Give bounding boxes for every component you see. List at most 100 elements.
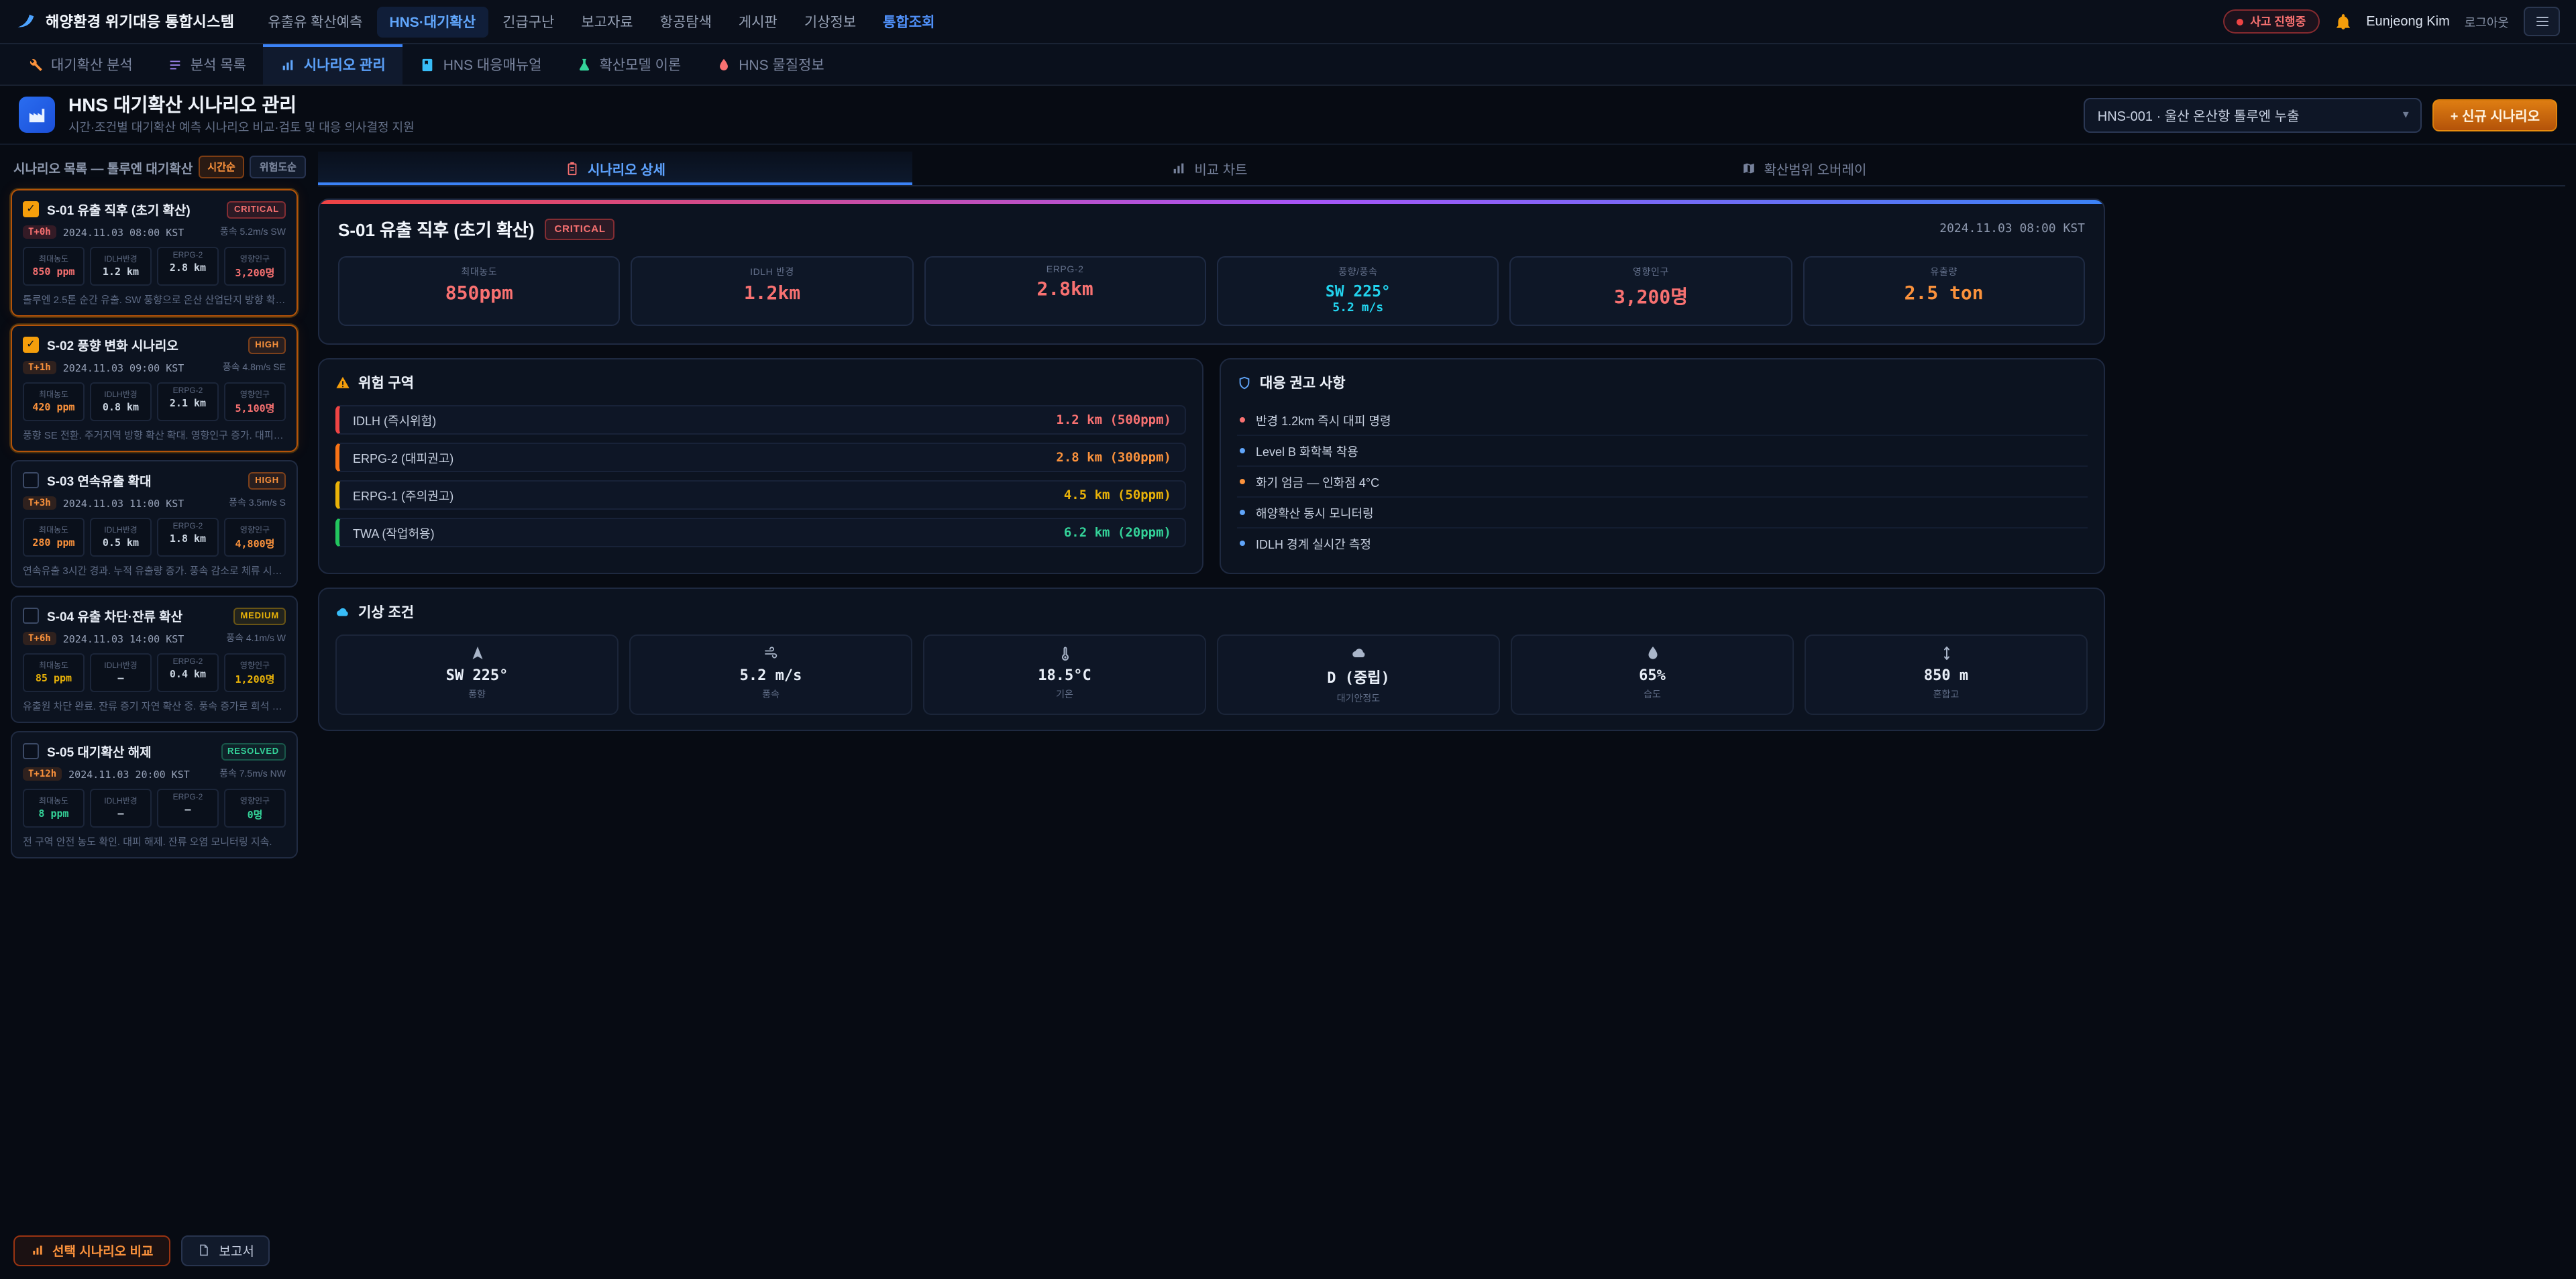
tab-scenario-detail[interactable]: 시나리오 상세 bbox=[318, 152, 912, 185]
chevron-down-icon bbox=[2403, 107, 2409, 122]
scenario-list: S-01 유출 직후 (초기 확산) CRITICAL T+0h 2024.11… bbox=[11, 189, 298, 858]
page-header-actions: HNS-001 · 울산 온산항 톨루엔 누출 + 신규 시나리오 bbox=[2084, 97, 2557, 132]
sort-by-time-button[interactable]: 시간순 bbox=[198, 156, 244, 178]
stat-box: 최대농도 280 ppm bbox=[23, 518, 85, 557]
nav-item[interactable]: HNS·대기확산 bbox=[377, 6, 488, 37]
incident-select[interactable]: HNS-001 · 울산 온산항 톨루엔 누출 bbox=[2084, 97, 2422, 132]
nav-item[interactable]: 긴급구난 bbox=[490, 6, 566, 37]
detail-stat-box: IDLH 반경 1.2km bbox=[631, 256, 914, 326]
recommendation-item: 화기 엄금 — 인화점 4°C bbox=[1237, 467, 2088, 498]
risk-zone-row: TWA (작업허용) 6.2 km (20ppm) bbox=[335, 518, 1186, 547]
compare-scenarios-button[interactable]: 선택 시나리오 비교 bbox=[13, 1235, 170, 1266]
stat-value: — bbox=[93, 672, 149, 684]
stat-value: — bbox=[160, 803, 216, 816]
scenario-title: S-05 대기확산 해제 bbox=[47, 742, 213, 761]
tab-scenario-management[interactable]: 시나리오 관리 bbox=[264, 44, 403, 85]
stat-label: 최대농도 bbox=[25, 794, 82, 806]
stat-box: ERPG-2 2.8 km bbox=[157, 247, 219, 286]
nav-item[interactable]: 유출유 확산예측 bbox=[256, 6, 374, 37]
risk-zone-value: 4.5 km (50ppm) bbox=[1064, 488, 1171, 502]
scenario-card[interactable]: S-02 풍향 변화 시나리오 HIGH T+1h 2024.11.03 09:… bbox=[11, 325, 298, 452]
weather-value: D (중립) bbox=[1327, 667, 1389, 688]
nav-item[interactable]: 기상정보 bbox=[792, 6, 868, 37]
detail-stat-value: SW 225° bbox=[1229, 282, 1487, 300]
stat-value: 1.2 km bbox=[93, 266, 149, 278]
logout-button[interactable]: 로그아웃 bbox=[2465, 13, 2509, 30]
detail-stat-label: 최대농도 bbox=[350, 266, 608, 279]
detail-stat-label: 유출량 bbox=[1815, 266, 2073, 279]
hamburger-menu-button[interactable] bbox=[2524, 7, 2560, 36]
temperature-icon bbox=[1057, 645, 1073, 661]
detail-datetime: 2024.11.03 08:00 KST bbox=[1939, 222, 2085, 235]
detail-stat-value: 3,200명 bbox=[1522, 283, 1780, 310]
tab-diffusion-analysis[interactable]: 대기확산 분석 bbox=[11, 44, 150, 85]
incident-select-value: HNS-001 · 울산 온산항 톨루엔 누출 bbox=[2098, 105, 2300, 125]
scenario-stats: 최대농도 420 ppm IDLH반경 0.8 km ERP bbox=[23, 382, 286, 421]
tab-compare-chart[interactable]: 비교 차트 bbox=[912, 152, 1507, 185]
stat-box: 최대농도 420 ppm bbox=[23, 382, 85, 421]
tab-hns-manual[interactable]: HNS 대응매뉴얼 bbox=[403, 44, 559, 85]
scenario-description: 톨루엔 2.5톤 순간 유출. SW 풍향으로 온산 산업단지 방향 확산. I… bbox=[23, 292, 286, 307]
tab-hns-substance-info[interactable]: HNS 물질정보 bbox=[698, 44, 841, 85]
scenario-detail-panel: S-01 유출 직후 (초기 확산) CRITICAL 2024.11.03 0… bbox=[318, 199, 2105, 345]
weather-value: SW 225° bbox=[446, 667, 508, 684]
nav-item[interactable]: 통합조회 bbox=[871, 6, 947, 37]
stat-label: 최대농도 bbox=[25, 252, 82, 264]
severity-badge: HIGH bbox=[248, 336, 286, 353]
stat-box: IDLH반경 0.5 km bbox=[90, 518, 152, 557]
scenario-card[interactable]: S-01 유출 직후 (초기 확산) CRITICAL T+0h 2024.11… bbox=[11, 189, 298, 317]
scenario-checkbox[interactable] bbox=[23, 743, 39, 759]
scenario-checkbox[interactable] bbox=[23, 201, 39, 217]
stat-label: 최대농도 bbox=[25, 388, 82, 400]
factory-icon bbox=[19, 97, 55, 133]
stat-label: IDLH반경 bbox=[93, 523, 149, 535]
nav-item[interactable]: 게시판 bbox=[727, 6, 790, 37]
scenario-checkbox[interactable] bbox=[23, 337, 39, 353]
risk-zone-label: IDLH (즉시위험) bbox=[353, 411, 436, 429]
scenario-card-top: S-02 풍향 변화 시나리오 HIGH bbox=[23, 335, 286, 354]
weather-label: 습도 bbox=[1644, 688, 1661, 702]
nav-item[interactable]: 항공탐색 bbox=[648, 6, 724, 37]
stat-label: ERPG-2 bbox=[160, 523, 216, 531]
stat-label: 영향인구 bbox=[227, 794, 283, 806]
scenario-datetime: 2024.11.03 09:00 KST bbox=[63, 362, 184, 374]
report-button[interactable]: 보고서 bbox=[181, 1235, 270, 1266]
scenario-meta: T+1h 2024.11.03 09:00 KST 풍속 4.8m/s SE bbox=[23, 361, 286, 374]
new-scenario-button[interactable]: + 신규 시나리오 bbox=[2433, 99, 2557, 131]
brand[interactable]: 해양환경 위기대응 통합시스템 bbox=[16, 11, 234, 32]
scenario-checkbox[interactable] bbox=[23, 608, 39, 624]
detail-severity-badge: CRITICAL bbox=[545, 218, 615, 239]
incident-status-label: 사고 진행중 bbox=[2250, 13, 2306, 30]
stat-value: 0.5 km bbox=[93, 537, 149, 549]
tab-model-theory[interactable]: 확산모델 이론 bbox=[559, 44, 698, 85]
tab-analysis-list[interactable]: 분석 목록 bbox=[150, 44, 264, 85]
content: 시나리오 목록 — 톨루엔 대기확산 시간순 위험도순 S-01 유출 직후 (… bbox=[0, 145, 2576, 867]
scenario-card[interactable]: S-03 연속유출 확대 HIGH T+3h 2024.11.03 11:00 … bbox=[11, 460, 298, 588]
weather-label: 기온 bbox=[1056, 688, 1073, 702]
tab-label: 비교 차트 bbox=[1194, 158, 1247, 178]
scenario-card[interactable]: S-04 유출 차단·잔류 확산 MEDIUM T+6h 2024.11.03 … bbox=[11, 596, 298, 723]
main-tabs: 시나리오 상세 비교 차트 확산범위 오버레이 bbox=[318, 152, 2565, 186]
scenario-description: 전 구역 안전 농도 확인. 대피 해제. 잔류 오염 모니터링 지속. bbox=[23, 834, 286, 849]
detail-stats: 최대농도 850ppm IDLH 반경 1.2km bbox=[338, 256, 2085, 326]
sort-by-risk-button[interactable]: 위험도순 bbox=[250, 156, 306, 178]
stat-value: 5,100명 bbox=[227, 401, 283, 416]
severity-badge: HIGH bbox=[248, 471, 286, 489]
detail-stat-value: 1.2km bbox=[643, 283, 902, 304]
scenario-checkbox[interactable] bbox=[23, 472, 39, 488]
tab-label: HNS 물질정보 bbox=[739, 54, 824, 74]
stat-label: ERPG-2 bbox=[160, 794, 216, 802]
detail-stat-box: 풍향/풍속 SW 225° 5.2 m/s bbox=[1217, 256, 1499, 326]
nav-item[interactable]: 보고자료 bbox=[569, 6, 645, 37]
wing-logo-icon bbox=[16, 11, 36, 32]
bell-icon[interactable] bbox=[2334, 13, 2351, 30]
tab-diffusion-overlay[interactable]: 확산범위 오버레이 bbox=[1507, 152, 2101, 185]
scenario-card[interactable]: S-05 대기확산 해제 RESOLVED T+12h 2024.11.03 2… bbox=[11, 731, 298, 858]
detail-stat-label: IDLH 반경 bbox=[643, 266, 902, 279]
time-offset-badge: T+6h bbox=[23, 632, 56, 645]
risk-zone-row: IDLH (즉시위험) 1.2 km (500ppm) bbox=[335, 405, 1186, 435]
scenario-description: 연속유출 3시간 경과. 누적 유출량 증가. 풍속 감소로 체류 시간 증가. bbox=[23, 563, 286, 578]
tab-label: 확산범위 오버레이 bbox=[1764, 158, 1867, 178]
recommendation-item: IDLH 경계 실시간 측정 bbox=[1237, 529, 2088, 558]
stat-value: 280 ppm bbox=[25, 537, 82, 549]
